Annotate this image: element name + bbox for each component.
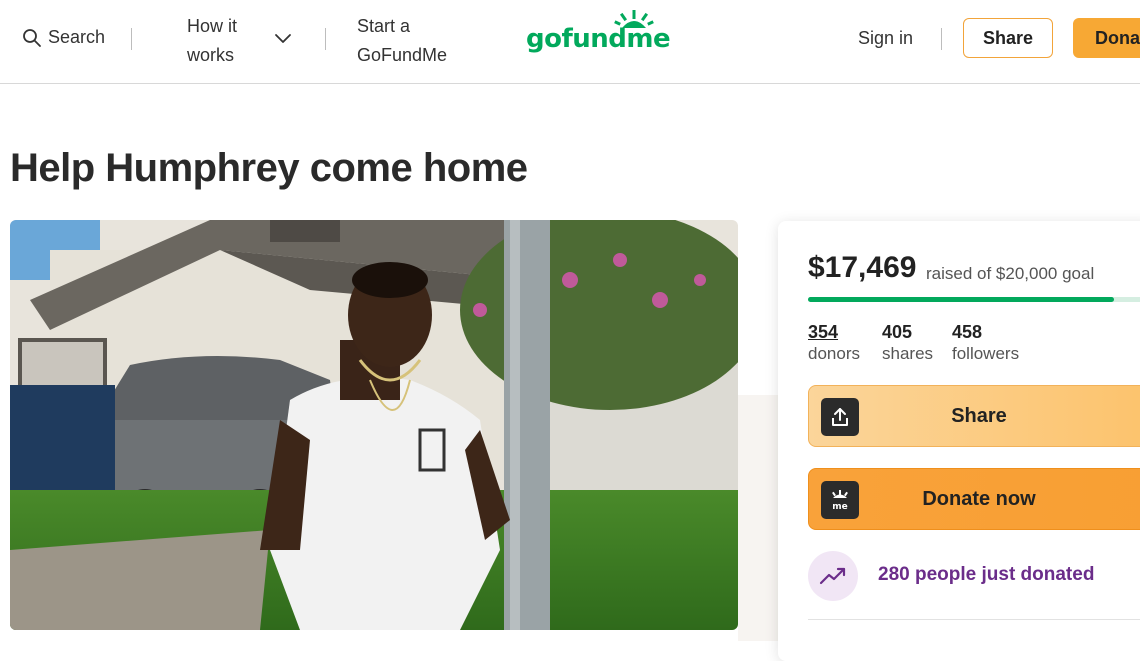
trending-badge bbox=[808, 551, 858, 601]
stat-donors[interactable]: 354 donors bbox=[808, 322, 860, 364]
start-line1: Start a bbox=[357, 16, 411, 36]
card-divider bbox=[808, 619, 1140, 620]
logo-text: gofundme bbox=[526, 24, 671, 54]
progress-bar bbox=[808, 297, 1140, 302]
followers-count: 458 bbox=[952, 322, 983, 342]
amount-raised: $17,469 bbox=[808, 251, 917, 284]
donate-now-button[interactable]: me Donate now bbox=[808, 468, 1140, 530]
donate-now-label: Donate now bbox=[922, 487, 1036, 510]
chevron-down-icon[interactable] bbox=[273, 28, 293, 48]
site-header: Search How it works Start a GoFundMe gof… bbox=[0, 0, 1140, 84]
shares-label: shares bbox=[882, 344, 934, 363]
how-it-works-menu[interactable]: How it works bbox=[187, 12, 237, 70]
search-button[interactable]: Search bbox=[22, 27, 105, 48]
header-share-button[interactable]: Share bbox=[963, 18, 1053, 58]
search-icon bbox=[23, 28, 41, 47]
stat-shares: 405 shares bbox=[882, 322, 933, 364]
shares-count: 405 bbox=[882, 322, 913, 342]
trending-up-icon bbox=[819, 567, 846, 585]
donors-count: 354 bbox=[808, 322, 839, 342]
donors-label: donors bbox=[808, 344, 860, 363]
start-line2: GoFundMe bbox=[357, 45, 448, 65]
gofundme-logo[interactable]: gofundme bbox=[526, 10, 671, 54]
goal-text: raised of $20,000 goal bbox=[926, 264, 1095, 283]
search-label: Search bbox=[48, 27, 106, 47]
nav-divider bbox=[131, 28, 132, 50]
share-button[interactable]: Share bbox=[808, 385, 1140, 447]
donation-card: $17,469 raised of $20,000 goal 354 donor… bbox=[778, 221, 1140, 661]
stat-followers: 458 followers bbox=[952, 322, 1019, 364]
recent-donations-text: 280 people just donated bbox=[878, 564, 1095, 585]
how-it-works-line1: How it bbox=[187, 16, 238, 36]
start-gofundme-link[interactable]: Start a GoFundMe bbox=[357, 12, 447, 70]
followers-label: followers bbox=[952, 344, 1020, 363]
how-it-works-line2: works bbox=[187, 45, 235, 65]
header-donate-button[interactable]: Donate bbox=[1073, 18, 1140, 58]
progress-bar-fill bbox=[808, 297, 1114, 302]
share-button-label: Share bbox=[951, 404, 1007, 427]
nav-divider bbox=[941, 28, 942, 50]
nav-divider bbox=[325, 28, 326, 50]
page-title: Help Humphrey come home bbox=[10, 146, 528, 190]
sign-in-link[interactable]: Sign in bbox=[858, 28, 913, 49]
campaign-photo bbox=[10, 220, 738, 630]
